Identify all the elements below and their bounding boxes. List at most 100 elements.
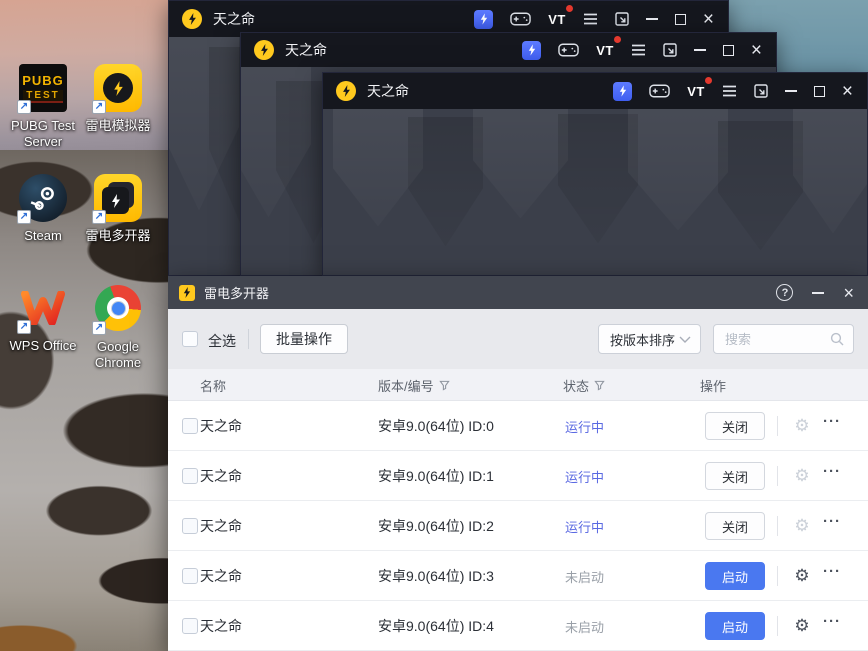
bolt-icon [113,80,123,96]
instance-name: 天之命 [200,618,242,634]
screen: PUBG TEST ↗ PUBG Test Server ↗ 雷电模拟器 ↗ S… [0,0,868,651]
sort-select[interactable]: 按版本排序 [598,324,701,354]
divider [777,616,778,636]
row-checkbox[interactable] [182,618,198,634]
more-options-icon[interactable]: ··· [823,613,841,630]
popout-icon[interactable] [663,40,677,60]
filter-icon[interactable] [594,380,605,391]
crystal-decoration [718,121,803,251]
shortcut-arrow-icon: ↗ [17,100,31,114]
notification-dot [704,77,712,84]
shortcut-arrow-icon: ↗ [92,210,106,224]
more-options-icon[interactable]: ··· [823,463,841,480]
maximize-button[interactable] [674,9,686,29]
start-instance-button[interactable]: 启动 [705,562,765,590]
more-options-icon[interactable]: ··· [823,513,841,530]
vt-virtualization-icon[interactable]: VT [687,77,712,101]
table-row: 天之命 安卓9.0(64位) ID:2 运行中 关闭 ⚙ ··· [168,501,868,551]
vt-virtualization-icon[interactable]: VT [548,5,573,29]
stop-instance-button[interactable]: 关闭 [705,412,765,440]
emulator-titlebar: 天之命 VT × [323,73,867,109]
more-options-icon[interactable]: ··· [823,563,841,580]
divider [777,516,778,536]
manager-titlebar: 雷电多开器 ? × [168,276,868,309]
row-checkbox[interactable] [182,468,198,484]
minimize-button[interactable] [784,81,797,101]
desktop-icon-label: 雷电模拟器 [85,118,151,133]
search-input[interactable] [725,331,830,347]
instance-version: 安卓9.0(64位) ID:1 [378,468,494,484]
menu-icon[interactable] [722,81,737,101]
emulator-content [323,109,867,275]
settings-gear-icon[interactable]: ⚙ [792,414,812,438]
instance-status: 未启动 [565,569,605,585]
start-instance-button[interactable]: 启动 [705,612,765,640]
minimize-button[interactable] [812,283,825,303]
settings-gear-icon[interactable]: ⚙ [792,614,812,638]
menu-icon[interactable] [583,9,598,29]
ldplayer-logo-icon [336,81,356,101]
ldplayer-logo-icon [182,9,202,29]
gamepad-icon[interactable] [510,9,532,29]
notification-dot [613,36,621,43]
boost-icon[interactable] [522,40,542,60]
menu-icon[interactable] [631,40,646,60]
gamepad-icon[interactable] [558,40,580,60]
batch-operations-button[interactable]: 批量操作 [260,324,348,354]
manager-toolbar: 全选 批量操作 按版本排序 [168,309,868,369]
emulator-window-3: 天之命 VT × [322,72,868,276]
search-icon[interactable] [830,332,844,346]
sort-select-value: 按版本排序 [610,332,676,348]
desktop-icon-google-chrome[interactable]: ↗ Google Chrome [79,284,157,371]
close-button[interactable]: × [843,283,854,303]
boost-icon[interactable] [474,9,494,29]
table-row: 天之命 安卓9.0(64位) ID:4 未启动 启动 ⚙ ··· [168,601,868,651]
more-options-icon[interactable]: ··· [823,413,841,430]
gamepad-icon[interactable] [649,81,671,101]
stop-instance-button[interactable]: 关闭 [705,462,765,490]
divider [777,566,778,586]
settings-gear-icon[interactable]: ⚙ [792,514,812,538]
desktop-icon-label: PUBG Test Server [10,118,76,149]
instance-status: 未启动 [565,619,605,635]
search-box [713,324,854,354]
desktop-icon-ld-multi[interactable]: ↗ 雷电多开器 [79,174,157,244]
help-icon[interactable]: ? [776,284,794,301]
divider [777,466,778,486]
close-button[interactable]: × [842,81,853,101]
vt-virtualization-icon[interactable]: VT [596,36,621,60]
close-button[interactable]: × [703,9,714,29]
minimize-button[interactable] [693,40,706,60]
shortcut-arrow-icon: ↗ [17,320,31,334]
settings-gear-icon[interactable]: ⚙ [792,564,812,588]
desktop-icon-label: Steam [24,228,62,243]
desktop-icon-wps-office[interactable]: ↗ WPS Office [4,284,82,354]
ld-multi-logo-icon [179,284,195,301]
boost-icon[interactable] [613,81,633,101]
instance-status: 运行中 [565,419,605,435]
close-button[interactable]: × [751,40,762,60]
maximize-button[interactable] [722,40,734,60]
crystal-decoration [473,109,568,219]
emulator-titlebar: 天之命 VT × [241,33,776,67]
instance-name: 天之命 [200,518,242,534]
desktop-icon-ldplayer[interactable]: ↗ 雷电模拟器 [79,64,157,134]
filter-icon[interactable] [438,380,450,391]
popout-icon[interactable] [754,81,768,101]
maximize-button[interactable] [813,81,825,101]
table-row: 天之命 安卓9.0(64位) ID:0 运行中 关闭 ⚙ ··· [168,401,868,451]
divider [248,329,249,349]
table-row: 天之命 安卓9.0(64位) ID:1 运行中 关闭 ⚙ ··· [168,451,868,501]
stop-instance-button[interactable]: 关闭 [705,512,765,540]
instance-version: 安卓9.0(64位) ID:3 [378,568,494,584]
minimize-button[interactable] [645,9,658,29]
desktop-icon-pubg-test-server[interactable]: PUBG TEST ↗ PUBG Test Server [4,64,82,150]
popout-icon[interactable] [615,9,629,29]
select-all-checkbox[interactable] [182,331,198,347]
crystal-decoration [558,114,638,244]
settings-gear-icon[interactable]: ⚙ [792,464,812,488]
row-checkbox[interactable] [182,568,198,584]
row-checkbox[interactable] [182,418,198,434]
row-checkbox[interactable] [182,518,198,534]
desktop-icon-steam[interactable]: ↗ Steam [4,174,82,244]
